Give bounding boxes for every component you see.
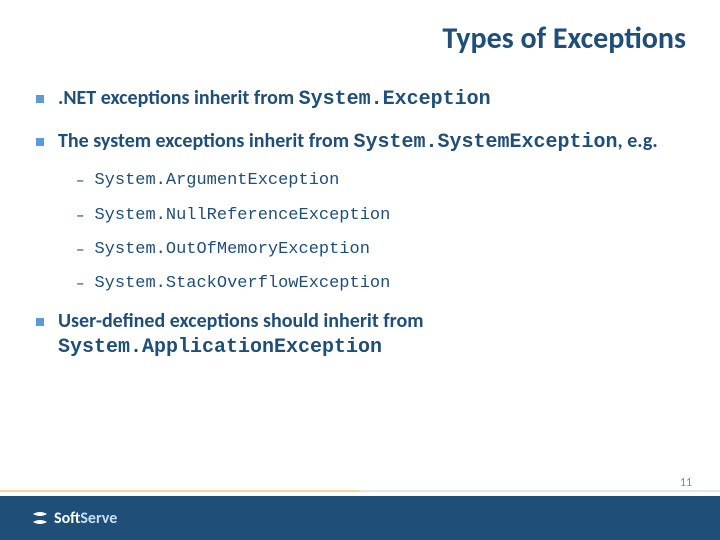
dash-bullet-icon: – [76, 274, 84, 294]
logo-mark-icon [30, 508, 50, 528]
sub-bullet-text: System.ArgumentException [94, 171, 339, 191]
bullet-item: .NET exceptions inherit from System.Exce… [36, 86, 684, 113]
slide-body: .NET exceptions inherit from System.Exce… [36, 86, 684, 377]
square-bullet-icon [36, 138, 44, 146]
footer-bar: SoftServe [0, 496, 720, 540]
sub-bullet-text: System.OutOfMemoryException [94, 240, 369, 260]
square-bullet-icon [36, 318, 44, 326]
slide-title: Types of Exceptions [442, 20, 686, 57]
slide: Types of Exceptions .NET exceptions inhe… [0, 0, 720, 540]
page-number: 11 [680, 476, 692, 490]
sub-bullet-item: – System.StackOverflowException [76, 274, 684, 294]
sub-bullet-text: System.NullReferenceException [94, 206, 390, 226]
dash-bullet-icon: – [76, 240, 84, 260]
dash-bullet-icon: – [76, 206, 84, 226]
logo-text-part2: Serve [80, 509, 117, 528]
bullet-text: The system exceptions inherit from Syste… [58, 129, 658, 156]
bullet-text: .NET exceptions inherit from System.Exce… [58, 86, 491, 113]
bullet-item: The system exceptions inherit from Syste… [36, 129, 684, 156]
sub-bullet-item: – System.OutOfMemoryException [76, 240, 684, 260]
sub-bullet-item: – System.ArgumentException [76, 171, 684, 191]
square-bullet-icon [36, 95, 44, 103]
bullet-text: User-defined exceptions should inherit f… [58, 309, 684, 361]
bullet-item: User-defined exceptions should inherit f… [36, 309, 684, 361]
divider-line [0, 490, 720, 492]
brand-logo: SoftServe [30, 508, 117, 528]
logo-text-part1: Soft [54, 509, 80, 528]
sub-bullet-text: System.StackOverflowException [94, 274, 390, 294]
sub-bullet-item: – System.NullReferenceException [76, 206, 684, 226]
sub-list: – System.ArgumentException – System.Null… [76, 171, 684, 295]
dash-bullet-icon: – [76, 171, 84, 191]
